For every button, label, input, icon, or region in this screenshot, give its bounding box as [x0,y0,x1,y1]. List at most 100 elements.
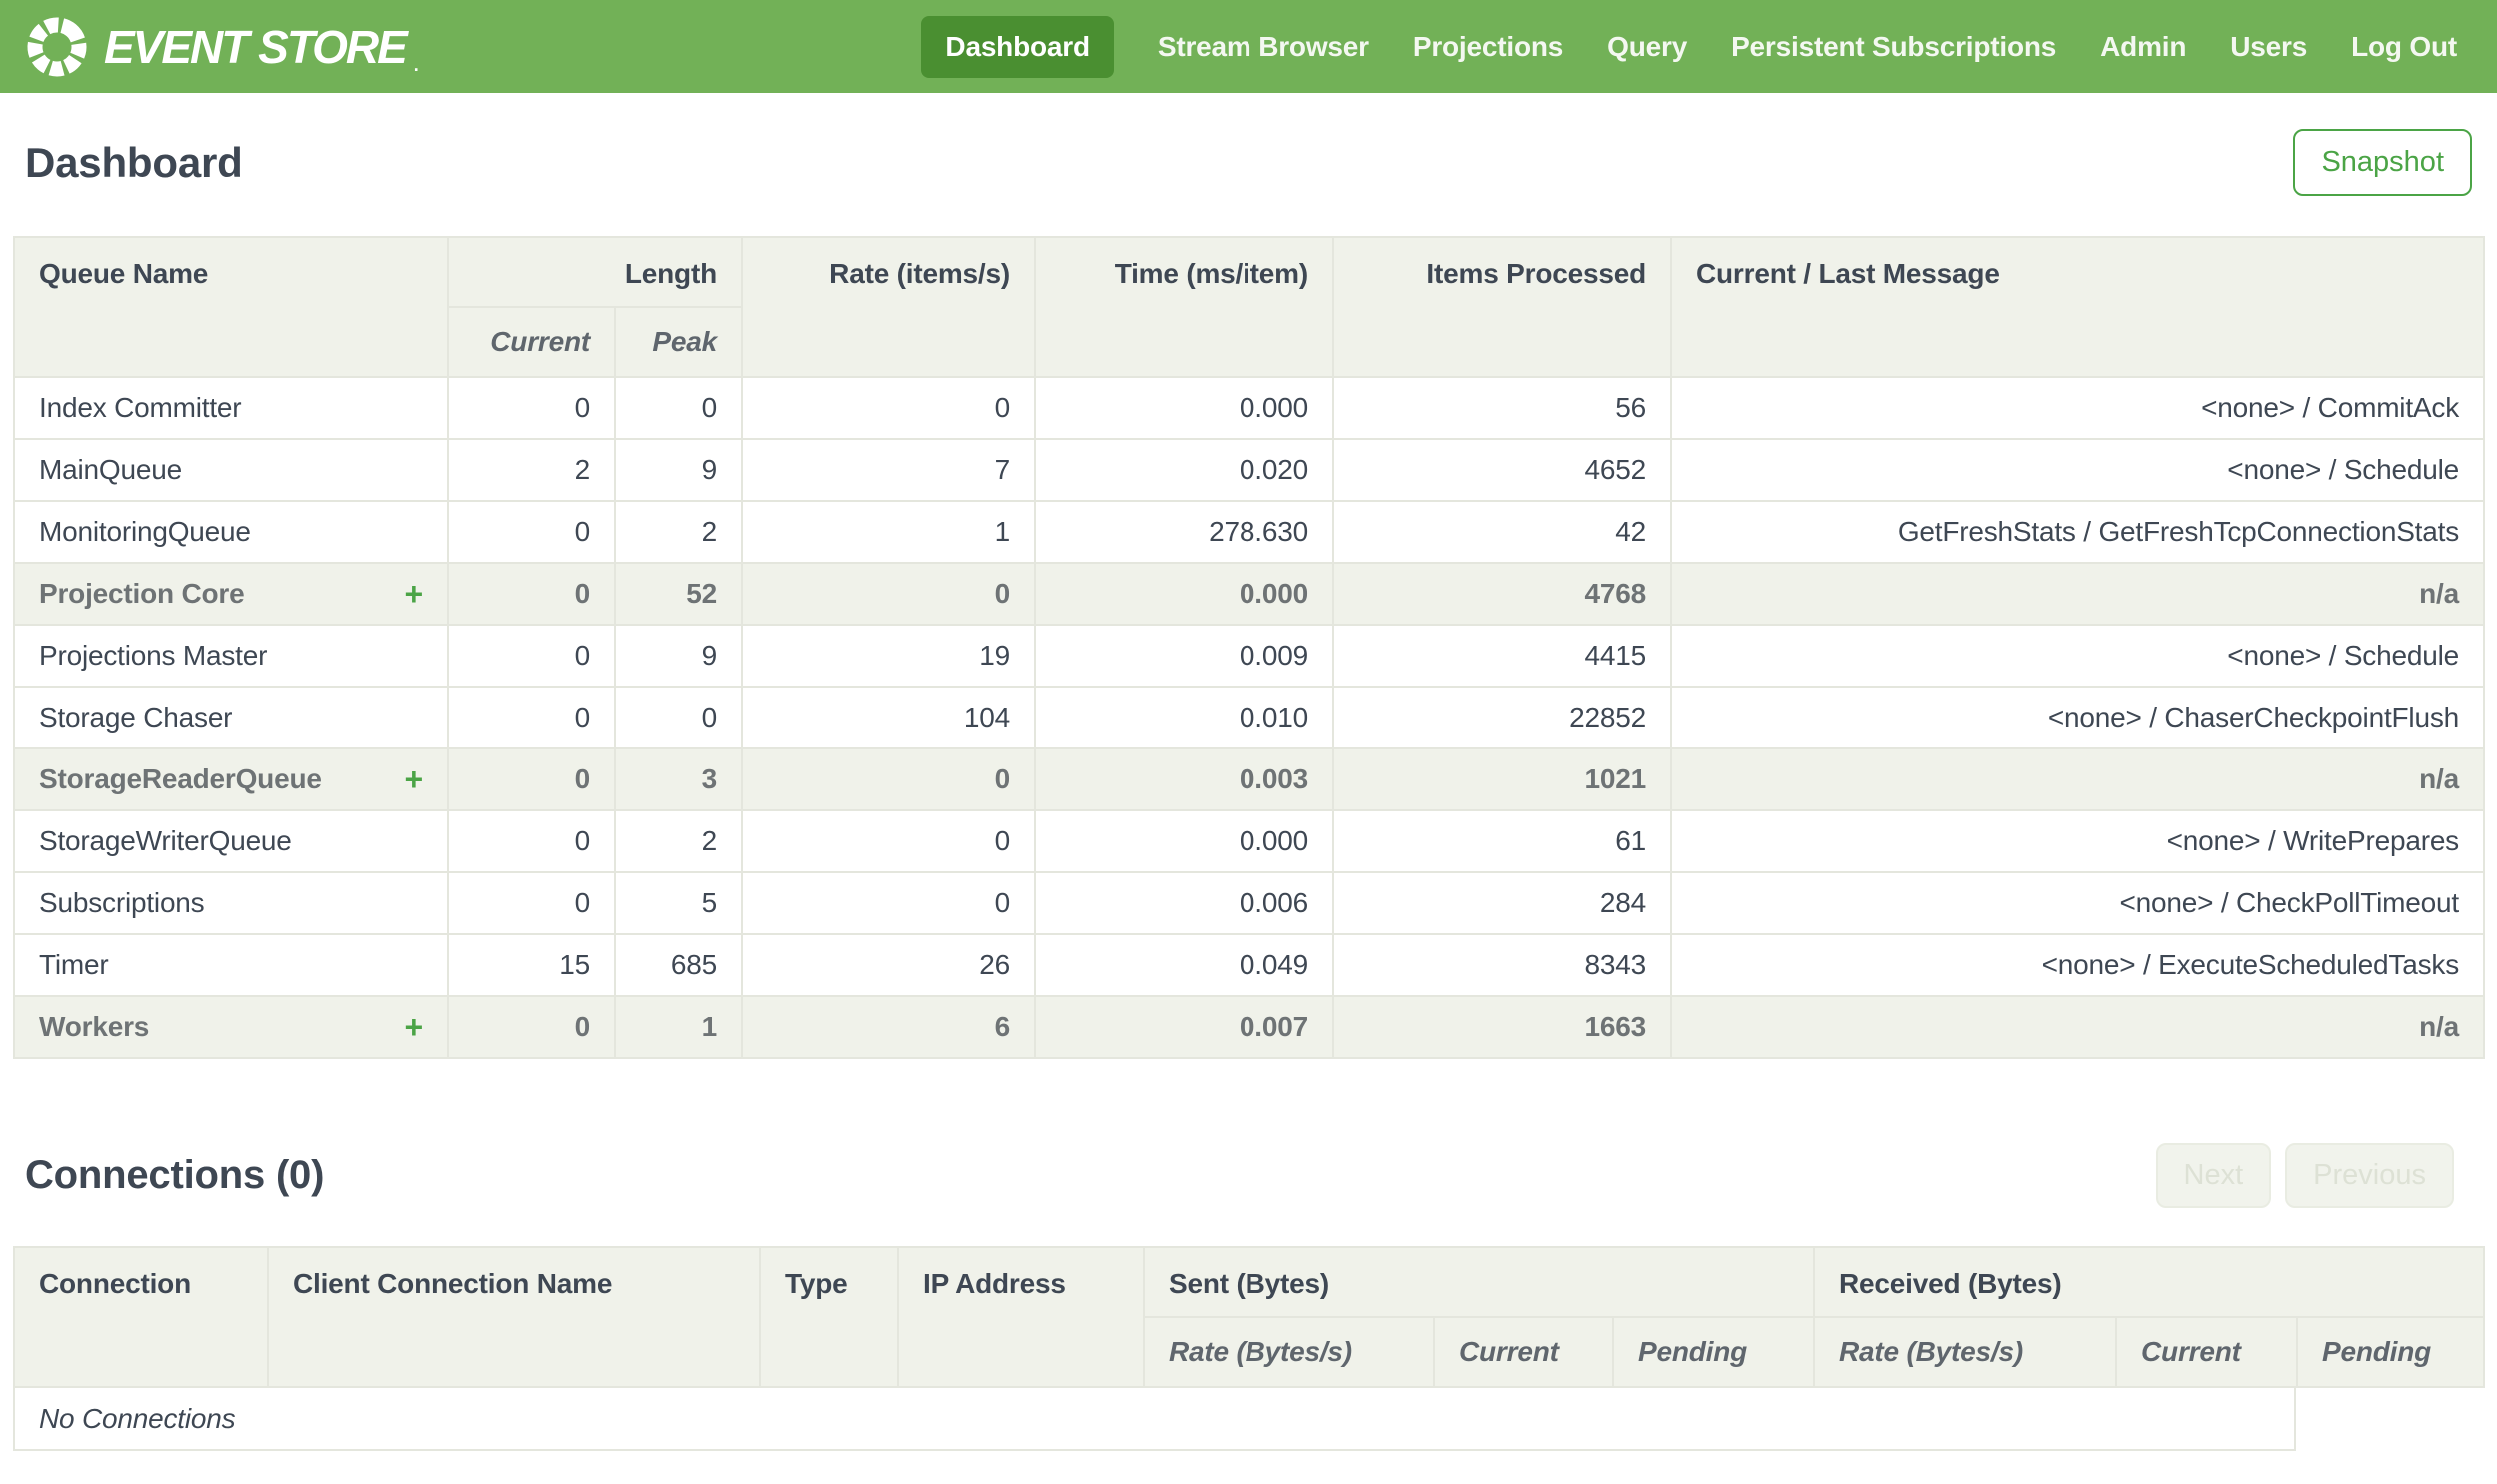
queue-row: Projection Core + 0 52 0 0.000 4768 n/a [13,562,2485,626]
queue-items-processed: 284 [1332,871,1672,935]
queue-rate: 0 [741,376,1036,440]
queue-time: 0.049 [1034,933,1334,997]
top-navbar: EVENT STORE . Dashboard Stream Browser Pro… [0,0,2497,93]
nav-item[interactable]: Projections [1413,16,1563,78]
queue-name-cell: MonitoringQueue [13,500,449,564]
queue-row: Index Committer 0 0 0 0.000 56 <none> / … [13,376,2485,440]
expand-plus-icon[interactable]: + [405,763,424,795]
queue-name-cell: Workers + [13,995,449,1059]
queue-rate: 19 [741,624,1036,688]
next-button[interactable]: Next [2155,1143,2272,1208]
queue-length-current: 0 [447,747,616,811]
nav-item[interactable]: Users [2230,16,2307,78]
col-message: Current / Last Message [1670,236,2485,378]
connections-header: Connections (0) Next Previous [25,1143,2472,1208]
expand-plus-icon[interactable]: + [405,578,424,610]
queue-length-peak: 9 [614,438,743,502]
col-length-peak: Peak [614,306,743,378]
queue-length-peak: 52 [614,562,743,626]
queue-items-processed: 8343 [1332,933,1672,997]
connections-table-header: Connection Client Connection Name Type I… [13,1246,2486,1388]
queue-message: <none> / ChaserCheckpointFlush [1670,686,2485,749]
brand: EVENT STORE . [24,14,419,80]
nav-item[interactable]: Log Out [2351,16,2457,78]
queue-name-cell: Storage Chaser [13,686,449,749]
queue-name: MainQueue [39,454,182,485]
queue-time: 0.000 [1034,562,1334,626]
nav-item[interactable]: Dashboard [921,15,1114,78]
queue-name: StorageReaderQueue [39,763,322,794]
queue-rate: 26 [741,933,1036,997]
queue-message: <none> / CommitAck [1670,376,2485,440]
queue-name: Projection Core [39,578,245,609]
col-sent-pending: Pending [1611,1316,1816,1388]
queue-name-cell: Subscriptions [13,871,449,935]
nav-item[interactable]: Admin [2100,16,2186,78]
queue-name: MonitoringQueue [39,516,251,547]
queue-row: StorageReaderQueue + 0 3 0 0.003 1021 n/… [13,747,2485,811]
queue-name: Subscriptions [39,887,205,918]
queue-items-processed: 1021 [1332,747,1672,811]
connections-pagination: Next Previous [2155,1143,2454,1208]
queue-time: 0.006 [1034,871,1334,935]
col-client-connection-name: Client Connection Name [267,1246,761,1388]
queue-name-cell: StorageReaderQueue + [13,747,449,811]
queue-rate: 7 [741,438,1036,502]
eventstore-logo-icon [24,14,90,80]
col-length-current: Current [447,306,616,378]
queue-time: 0.000 [1034,809,1334,873]
queue-name: Index Committer [39,392,242,423]
previous-button[interactable]: Previous [2285,1143,2454,1208]
col-ip-address: IP Address [897,1246,1145,1388]
queue-rate: 0 [741,809,1036,873]
queue-rate: 104 [741,686,1036,749]
queue-name: Timer [39,949,109,980]
queue-name: Workers [39,1011,150,1042]
col-length: Length [447,236,743,308]
queue-row: MainQueue 2 9 7 0.020 4652 <none> / Sche… [13,438,2485,502]
col-rate: Rate (items/s) [741,236,1036,378]
queue-items-processed: 4768 [1332,562,1672,626]
queue-rate: 0 [741,871,1036,935]
col-sent-rate: Rate (Bytes/s) [1143,1316,1435,1388]
nav-item[interactable]: Query [1607,16,1687,78]
queue-length-peak: 3 [614,747,743,811]
queue-time: 0.007 [1034,995,1334,1059]
queue-length-peak: 0 [614,376,743,440]
queue-length-current: 0 [447,624,616,688]
col-sent-bytes: Sent (Bytes) [1142,1246,1816,1318]
queue-length-peak: 0 [614,686,743,749]
queue-length-current: 0 [447,871,616,935]
col-time: Time (ms/item) [1034,236,1334,378]
page-title: Dashboard [25,138,243,186]
col-connection: Connection [13,1246,269,1388]
queue-name-cell: Timer [13,933,449,997]
col-received-current: Current [2115,1316,2299,1388]
queue-length-current: 0 [447,562,616,626]
queue-time: 278.630 [1034,500,1334,564]
queue-message: <none> / ExecuteScheduledTasks [1670,933,2485,997]
queue-length-current: 0 [447,376,616,440]
nav-item[interactable]: Persistent Subscriptions [1731,16,2056,78]
queue-name: Storage Chaser [39,702,233,733]
queue-name-cell: Projections Master [13,624,449,688]
queue-length-current: 0 [447,995,616,1059]
queue-length-peak: 2 [614,500,743,564]
brand-trademark: . [413,54,419,75]
page-header: Dashboard Snapshot [25,129,2472,196]
queue-row: Projections Master 0 9 19 0.009 4415 <no… [13,624,2485,688]
expand-plus-icon[interactable]: + [405,1011,424,1043]
nav-item[interactable]: Stream Browser [1158,16,1369,78]
queue-length-peak: 685 [614,933,743,997]
queue-row: MonitoringQueue 0 2 1 278.630 42 GetFres… [13,500,2485,564]
queue-length-peak: 1 [614,995,743,1059]
queue-time: 0.000 [1034,376,1334,440]
queue-message: n/a [1670,995,2485,1059]
queue-items-processed: 4652 [1332,438,1672,502]
queue-message: n/a [1670,562,2485,626]
snapshot-button[interactable]: Snapshot [2293,129,2472,196]
queue-rate: 6 [741,995,1036,1059]
nav-menu: Dashboard Stream Browser Projections Query P… [921,15,2457,78]
col-queue-name: Queue Name [13,236,449,378]
queue-rate: 1 [741,500,1036,564]
